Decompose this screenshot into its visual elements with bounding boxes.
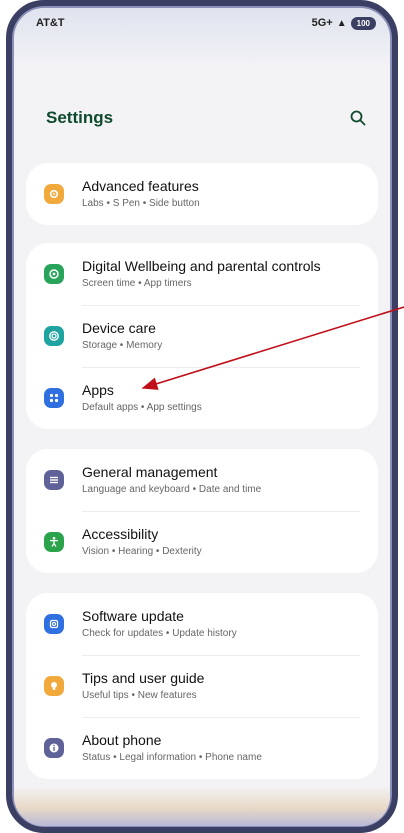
setting-digital-wellbeing[interactable]: Digital Wellbeing and parental controls … bbox=[26, 243, 378, 305]
search-icon[interactable] bbox=[348, 108, 368, 128]
setting-general-management[interactable]: General management Language and keyboard… bbox=[26, 449, 378, 511]
software-update-icon bbox=[44, 614, 64, 634]
setting-subtitle: Default apps • App settings bbox=[82, 402, 202, 413]
setting-title: About phone bbox=[82, 732, 162, 748]
setting-title: General management bbox=[82, 464, 218, 480]
setting-title: Digital Wellbeing and parental controls bbox=[82, 258, 321, 274]
setting-device-care[interactable]: Device care Storage • Memory bbox=[26, 305, 378, 367]
apps-icon bbox=[44, 388, 64, 408]
advanced-features-icon bbox=[44, 184, 64, 204]
setting-subtitle: Language and keyboard • Date and time bbox=[82, 484, 262, 495]
general-management-icon bbox=[44, 470, 64, 490]
accessibility-icon bbox=[44, 532, 64, 552]
setting-title: Tips and user guide bbox=[82, 670, 205, 686]
battery-level: 100 bbox=[350, 16, 376, 30]
setting-subtitle: Useful tips • New features bbox=[82, 690, 197, 701]
tips-icon bbox=[44, 676, 64, 696]
settings-group-general: General management Language and keyboard… bbox=[26, 449, 378, 573]
setting-title: Advanced features bbox=[82, 178, 199, 194]
setting-accessibility[interactable]: Accessibility Vision • Hearing • Dexteri… bbox=[26, 511, 378, 573]
setting-title: Accessibility bbox=[82, 526, 159, 542]
carrier-label: AT&T bbox=[36, 17, 65, 29]
device-care-icon bbox=[44, 326, 64, 346]
status-icons: 5G+ ▲ 100 bbox=[311, 16, 376, 30]
settings-group-support: Software update Check for updates • Upda… bbox=[26, 593, 378, 779]
setting-title: Apps bbox=[82, 382, 114, 398]
setting-apps[interactable]: Apps Default apps • App settings bbox=[26, 367, 378, 429]
digital-wellbeing-icon bbox=[44, 264, 64, 284]
page-title: Settings bbox=[46, 108, 114, 127]
setting-subtitle: Vision • Hearing • Dexterity bbox=[82, 546, 202, 557]
setting-tips-user-guide[interactable]: Tips and user guide Useful tips • New fe… bbox=[26, 655, 378, 717]
setting-software-update[interactable]: Software update Check for updates • Upda… bbox=[26, 593, 378, 655]
setting-title: Device care bbox=[82, 320, 156, 336]
setting-subtitle: Labs • S Pen • Side button bbox=[82, 198, 200, 209]
signal-icon: ▲ bbox=[336, 17, 347, 29]
about-phone-icon bbox=[44, 738, 64, 758]
setting-subtitle: Screen time • App timers bbox=[82, 278, 192, 289]
setting-title: Software update bbox=[82, 608, 184, 624]
header: Settings bbox=[46, 104, 368, 132]
setting-subtitle: Storage • Memory bbox=[82, 340, 163, 351]
setting-subtitle: Status • Legal information • Phone name bbox=[82, 752, 262, 763]
setting-about-phone[interactable]: About phone Status • Legal information •… bbox=[26, 717, 378, 779]
status-bar: AT&T 5G+ ▲ 100 bbox=[14, 8, 390, 38]
network-label: 5G+ bbox=[311, 17, 333, 29]
setting-advanced-features[interactable]: Advanced features Labs • S Pen • Side bu… bbox=[26, 163, 378, 225]
setting-subtitle: Check for updates • Update history bbox=[82, 628, 237, 639]
settings-group-device: Digital Wellbeing and parental controls … bbox=[26, 243, 378, 429]
phone-screen: AT&T 5G+ ▲ 100 Settings Advanced feature… bbox=[14, 8, 390, 826]
settings-group-advanced: Advanced features Labs • S Pen • Side bu… bbox=[26, 163, 378, 225]
